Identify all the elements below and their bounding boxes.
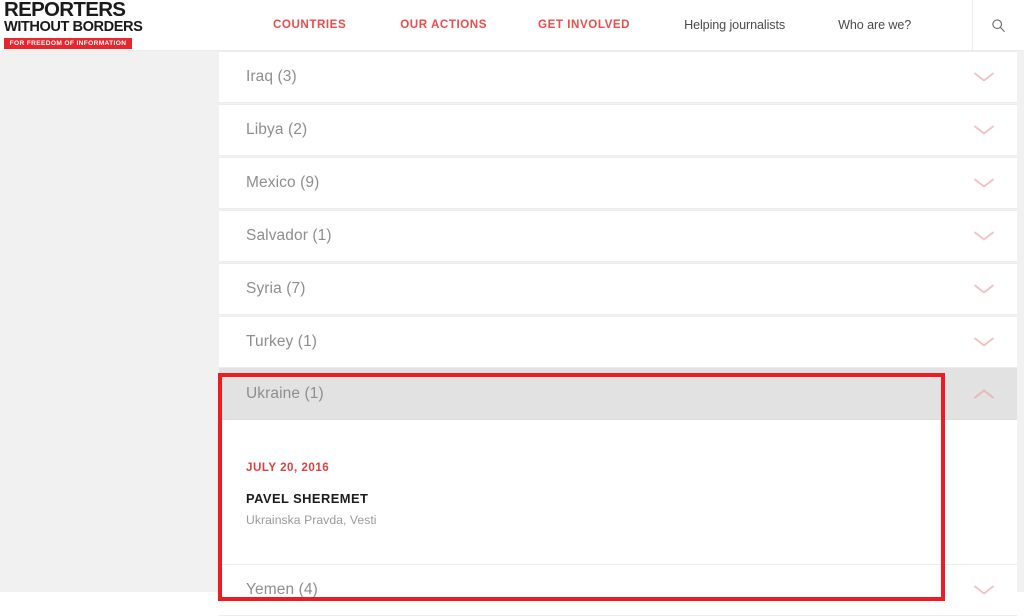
logo-line-reporters: REPORTERS [4,0,126,21]
logo-tagline-text: FOR FREEDOM OF INFORMATION [9,39,127,47]
accordion-row-label: Syria (7) [246,280,306,298]
nav-item-countries[interactable]: COUNTRIES [273,19,346,31]
accordion-row-yemen[interactable]: Yemen (4) [219,563,1017,616]
entry-name: PAVEL SHEREMET [246,490,369,506]
chevron-down-icon[interactable] [972,176,996,190]
accordion-row-syria[interactable]: Syria (7) [219,263,1017,315]
search-button[interactable] [972,0,1024,50]
accordion-row-ukraine[interactable]: Ukraine (1) [219,368,1017,420]
main-navigation: COUNTRIES OUR ACTIONS GET INVOLVED Helpi… [134,0,972,50]
chevron-down-icon[interactable] [972,123,996,137]
chevron-down-icon[interactable] [972,335,996,349]
right-rail [1017,51,1024,592]
accordion-row-libya[interactable]: Libya (2) [219,104,1017,156]
accordion-row-label: Salvador (1) [246,227,332,245]
search-icon [991,18,1006,33]
nav-item-our-actions[interactable]: OUR ACTIONS [400,19,487,31]
site-logo[interactable]: REPORTERS WITHOUT BORDERS FOR FREEDOM OF… [4,0,143,49]
entry-outlet: Ukrainska Pravda, Vesti [246,512,377,527]
nav-item-get-involved[interactable]: GET INVOLVED [538,19,630,31]
accordion-row-label: Turkey (1) [246,333,318,351]
accordion-row-label: Libya (2) [246,121,308,139]
site-header: REPORTERS WITHOUT BORDERS FOR FREEDOM OF… [0,0,1024,51]
accordion-panel-ukraine: JULY 20, 2016 PAVEL SHEREMET Ukrainska P… [219,420,1017,564]
accordion-row-turkey[interactable]: Turkey (1) [219,316,1017,368]
chevron-down-icon[interactable] [972,583,996,597]
logo-tagline-bar: FOR FREEDOM OF INFORMATION [4,38,132,49]
nav-item-helping-journalists[interactable]: Helping journalists [684,19,785,32]
accordion-row-salvador[interactable]: Salvador (1) [219,210,1017,262]
accordion-group-ukraine: Ukraine (1) JULY 20, 2016 PAVEL SHEREMET… [219,368,1017,564]
accordion-row-iraq[interactable]: Iraq (3) [219,51,1017,103]
accordion-row-mexico[interactable]: Mexico (9) [219,157,1017,209]
nav-item-who-are-we[interactable]: Who are we? [838,19,911,32]
accordion-row-label: Yemen (4) [246,580,318,598]
journalist-entry[interactable]: JULY 20, 2016 PAVEL SHEREMET Ukrainska P… [246,462,1017,526]
entry-date: JULY 20, 2016 [246,461,330,474]
chevron-down-icon[interactable] [972,229,996,243]
page-body: Iraq (3) Libya (2) Mexico (9) Salvador (… [0,51,1024,616]
chevron-down-icon[interactable] [972,70,996,84]
logo-line-without-borders: WITHOUT BORDERS [4,19,143,35]
accordion-row-label: Mexico (9) [246,174,320,192]
chevron-up-icon[interactable] [972,387,996,401]
accordion-row-label: Iraq (3) [246,68,297,86]
accordion-row-label: Ukraine (1) [246,385,324,403]
countries-accordion: Iraq (3) Libya (2) Mexico (9) Salvador (… [219,51,1017,616]
chevron-down-icon[interactable] [972,282,996,296]
